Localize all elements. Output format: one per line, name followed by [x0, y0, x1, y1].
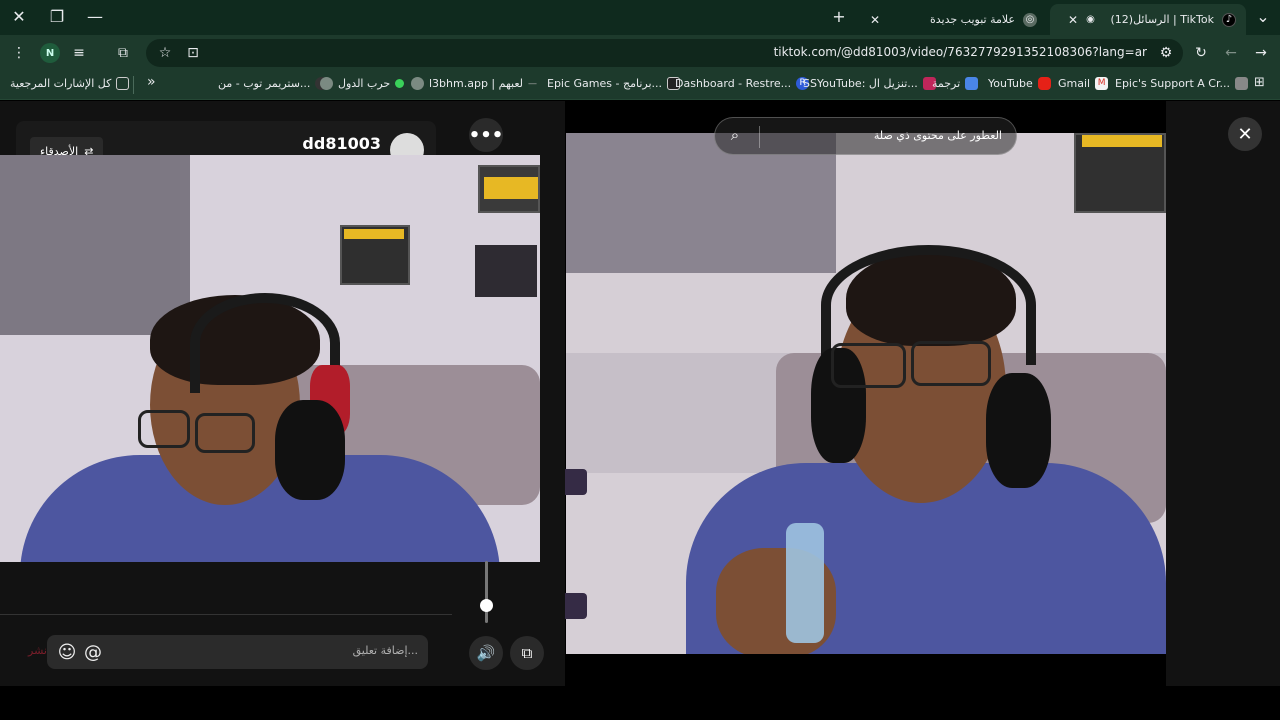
chrome-icon: ◎ [1023, 12, 1037, 27]
glasses [911, 341, 991, 386]
bookmark-item[interactable]: ستريمر توب - من... [218, 77, 329, 90]
side-handle[interactable] [565, 469, 587, 495]
divider [133, 76, 134, 94]
url-text[interactable]: tiktok.com/@dd81003/video/76327792913521… [774, 45, 1147, 59]
dash-icon: — [528, 78, 538, 89]
glasses [138, 410, 190, 448]
glasses [195, 413, 255, 453]
back-icon[interactable]: → [1248, 40, 1274, 66]
acoustic-panel [0, 155, 190, 335]
search-icon[interactable]: ⌕ [725, 126, 745, 146]
shelf-item [484, 177, 538, 199]
main-video[interactable] [566, 133, 1166, 654]
bookmark-item[interactable]: SSYouTube: تنزيل ال... [803, 77, 936, 90]
water-bottle [786, 523, 824, 643]
mention-icon[interactable]: @ [81, 640, 105, 664]
forward-icon[interactable]: ← [1218, 40, 1244, 66]
bookmark-item[interactable]: l3bhm.app | لعبهم — [411, 77, 537, 90]
menu-icon[interactable]: ⋮ [6, 40, 32, 66]
close-window-button[interactable]: ✕ [0, 0, 38, 33]
all-bookmarks-button[interactable]: كل الإشارات المرجعية [10, 77, 130, 90]
status-dot [395, 79, 405, 88]
tiktok-icon: ♪ [1222, 12, 1236, 27]
apps-grid-icon[interactable]: ⊞ [1254, 75, 1265, 90]
send-button[interactable]: نشر [28, 644, 47, 657]
tab-title: علامة تبويب جديدة [929, 13, 1015, 26]
volume-button[interactable]: 🔊 [469, 636, 503, 670]
close-viewer-button[interactable]: ✕ [1228, 117, 1262, 151]
tab-search-button[interactable]: ⌄ [1246, 0, 1280, 33]
shared-video-preview[interactable] [0, 155, 540, 562]
gmail-icon: M [1095, 77, 1109, 90]
related-search-bar[interactable]: ⌕ العطور على محتوى ذي صلة [714, 117, 1017, 155]
reload-icon[interactable]: ↻ [1188, 40, 1214, 66]
viewer-side-area [1166, 101, 1280, 686]
minimize-window-button[interactable]: — [76, 0, 114, 33]
tab-title: (12)الرسائل | TikTok [1110, 13, 1215, 26]
tab-tiktok[interactable]: ✕ ◉ (12)الرسائل | TikTok ♪ [1050, 4, 1246, 35]
tab-new-tab[interactable]: ✕ علامة تبويب جديدة ◎ [852, 4, 1047, 35]
translate-icon [965, 77, 979, 90]
bookmark-item[interactable]: YouTube [988, 77, 1051, 90]
bookmark-item[interactable]: Epic's Support A Cr... [1115, 77, 1248, 90]
bottom-strip [0, 686, 1280, 720]
comment-placeholder: إضافة تعليق... [352, 644, 418, 657]
chat-username[interactable]: dd81003 [302, 134, 381, 153]
shelf-item [344, 229, 404, 239]
headphone-cup [986, 373, 1051, 488]
messages-panel: الأصدقاء ⇄ dd81003 ••• نشر ☺ @ إضافة تعل… [0, 101, 565, 686]
page-content: الأصدقاء ⇄ dd81003 ••• نشر ☺ @ إضافة تعل… [0, 101, 1280, 720]
close-tab-icon[interactable]: ✕ [1068, 13, 1078, 27]
audio-playing-icon: ◉ [1086, 14, 1095, 25]
bookmark-item[interactable]: Gmail M [1058, 77, 1109, 90]
reading-list-icon[interactable]: ≡ [66, 40, 92, 66]
toolbar: ⋮ N ≡ ⧉ ☆ ⊡ tiktok.com/@dd81003/video/76… [0, 35, 1280, 70]
emoji-icon[interactable]: ☺ [55, 640, 79, 664]
epic-support-icon [1234, 77, 1248, 90]
site-settings-icon[interactable]: ⚙ [1153, 40, 1179, 66]
youtube-icon [1037, 77, 1051, 90]
video-viewer [565, 101, 1166, 686]
close-tab-icon[interactable]: ✕ [870, 13, 880, 27]
folder-icon [116, 77, 130, 90]
comment-input[interactable]: ☺ @ إضافة تعليق... [47, 635, 428, 669]
bookmark-item[interactable]: حرب الدول [320, 77, 405, 90]
divider [759, 126, 760, 148]
glasses [831, 343, 906, 388]
bookmark-item[interactable]: Epic Games - برنامج... [547, 77, 681, 90]
bookmarks-overflow-button[interactable]: » [147, 74, 156, 90]
all-bookmarks-label: كل الإشارات المرجعية [10, 77, 112, 90]
headphone-cup [275, 400, 345, 500]
related-search-text: العطور على محتوى ذي صلة [873, 129, 1002, 142]
side-handle[interactable] [565, 593, 587, 619]
mini-player-button[interactable]: ⧉ [510, 636, 544, 670]
wall-poster [475, 245, 537, 297]
globe-icon [320, 77, 333, 90]
bookmarks-bar: كل الإشارات المرجعية » ستريمر توب - من..… [0, 70, 1280, 100]
volume-slider[interactable] [485, 561, 488, 623]
address-bar[interactable]: ☆ ⊡ tiktok.com/@dd81003/video/7632779291… [146, 39, 1183, 67]
bookmark-item[interactable]: Dashboard - Restre... R [675, 77, 810, 90]
more-options-button[interactable]: ••• [469, 118, 503, 152]
profile-avatar[interactable]: N [40, 43, 60, 63]
volume-slider-knob[interactable] [480, 599, 493, 612]
shelf-item [1082, 135, 1162, 147]
cast-icon[interactable]: ⊡ [180, 40, 206, 66]
bookmark-item[interactable]: ترجمة [932, 77, 979, 90]
video-progress-bar[interactable] [0, 614, 452, 615]
tab-strip: ✕ ❐ — + ✕ علامة تبويب جديدة ◎ ✕ ◉ (12)ال… [0, 0, 1280, 35]
restore-window-button[interactable]: ❐ [38, 0, 76, 33]
extensions-icon[interactable]: ⧉ [110, 40, 136, 66]
browser-window: ✕ ❐ — + ✕ علامة تبويب جديدة ◎ ✕ ◉ (12)ال… [0, 0, 1280, 720]
l3bhm-icon [411, 77, 424, 90]
bookmark-star-icon[interactable]: ☆ [152, 40, 178, 66]
